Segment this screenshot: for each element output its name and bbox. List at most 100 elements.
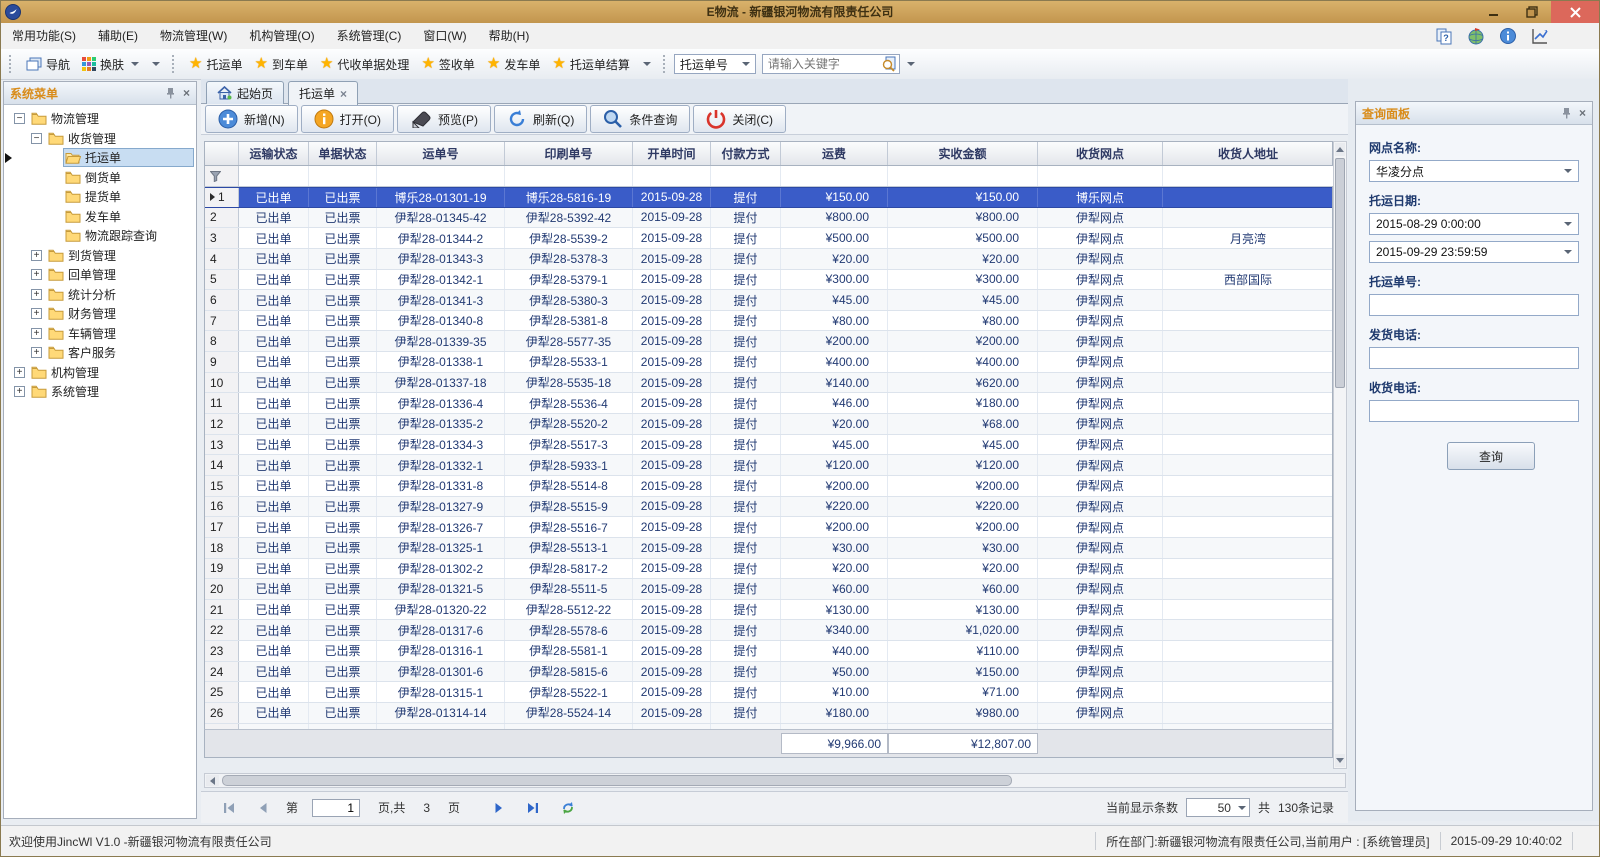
filter-cell-waybill-no[interactable]	[377, 166, 505, 186]
tree-expander-plus-icon[interactable]	[31, 328, 42, 339]
filter-cell-freight[interactable]	[781, 166, 888, 186]
stats-icon[interactable]	[1531, 27, 1549, 45]
vertical-scroll-thumb[interactable]	[1335, 158, 1345, 388]
open-button[interactable]: 打开(O)	[301, 105, 394, 133]
scroll-left-icon[interactable]	[206, 775, 219, 786]
table-row[interactable]: 16已出单已出票伊犁28-01327-9伊犁28-5515-92015-09-2…	[205, 497, 1332, 518]
table-row[interactable]: 17已出单已出票伊犁28-01326-7伊犁28-5516-72015-09-2…	[205, 517, 1332, 538]
tree-item-body[interactable]: 发车单	[63, 207, 126, 226]
table-row[interactable]: 20已出单已出票伊犁28-01321-5伊犁28-5511-52015-09-2…	[205, 579, 1332, 600]
minimize-button[interactable]	[1475, 1, 1513, 23]
table-row[interactable]: 4已出单已出票伊犁28-01343-3伊犁28-5378-32015-09-28…	[205, 249, 1332, 270]
tree-expander-plus-icon[interactable]	[14, 386, 25, 397]
tree-expander-minus-icon[interactable]	[14, 113, 25, 124]
reload-page-icon[interactable]	[561, 801, 575, 815]
tree-item-body[interactable]: 回单管理	[46, 265, 121, 284]
table-row[interactable]: 18已出单已出票伊犁28-01325-1伊犁28-5513-12015-09-2…	[205, 538, 1332, 559]
preview-button[interactable]: 预览(P)	[397, 105, 491, 133]
filter-cell-receive-address[interactable]	[1163, 166, 1334, 186]
table-row[interactable]: 26已出单已出票伊犁28-01314-14伊犁28-5524-142015-09…	[205, 703, 1332, 724]
menu-item-3[interactable]: 机构管理(O)	[238, 23, 325, 49]
tree-item-pickup-order[interactable]: 提货单	[4, 187, 196, 207]
table-row[interactable]: 19已出单已出票伊犁28-01302-2伊犁28-5817-22015-09-2…	[205, 559, 1332, 580]
tree-item-body[interactable]: 物流跟踪查询	[63, 226, 162, 245]
tree-item-unload-order[interactable]: 倒货单	[4, 168, 196, 188]
tab-close-icon[interactable]: ×	[340, 88, 347, 100]
table-row[interactable]: 6已出单已出票伊犁28-01341-3伊犁28-5380-32015-09-28…	[205, 290, 1332, 311]
tree-expander-plus-icon[interactable]	[14, 367, 25, 378]
search-doc-icon[interactable]	[881, 56, 897, 72]
table-filter-row[interactable]	[204, 166, 1333, 187]
toolbar-overflow-button[interactable]	[149, 62, 160, 66]
tree-expander-plus-icon[interactable]	[31, 347, 42, 358]
col-header-open-time[interactable]: 开单时间	[633, 142, 711, 165]
menu-item-1[interactable]: 辅助(E)	[87, 23, 149, 49]
tree-item-logistics-tracking[interactable]: 物流跟踪查询	[4, 226, 196, 246]
tab-start-page[interactable]: 起始页	[206, 81, 284, 104]
restore-button[interactable]	[1513, 1, 1551, 23]
scroll-up-icon[interactable]	[1335, 143, 1345, 156]
horizontal-scroll-thumb[interactable]	[222, 775, 1012, 786]
table-row[interactable]: 24已出单已出票伊犁28-01301-6伊犁28-5815-62015-09-2…	[205, 662, 1332, 683]
col-header-doc-status[interactable]: 单据状态	[309, 142, 377, 165]
favorite-sign-receipt-button[interactable]: ★签收单	[415, 54, 480, 75]
date-from-select[interactable]: 2015-08-29 0:00:00	[1369, 213, 1579, 235]
tree-item-dispatch-order[interactable]: 发车单	[4, 207, 196, 227]
filter-cell-received[interactable]	[888, 166, 1038, 186]
filter-icon-cell[interactable]	[205, 166, 239, 186]
close-icon[interactable]: ×	[183, 86, 190, 100]
col-header-received[interactable]: 实收金额	[888, 142, 1038, 165]
recv-phone-input[interactable]	[1369, 400, 1579, 422]
col-header-freight[interactable]: 运费	[781, 142, 888, 165]
close-view-button[interactable]: 关闭(C)	[693, 105, 786, 133]
filter-cell-receive-site[interactable]	[1038, 166, 1163, 186]
search-overflow-button[interactable]	[904, 62, 915, 66]
table-row[interactable]: 23已出单已出票伊犁28-01316-1伊犁28-5581-12015-09-2…	[205, 641, 1332, 662]
close-icon[interactable]: ×	[1579, 106, 1586, 120]
waybill-no-input[interactable]	[1369, 294, 1579, 316]
tree-item-body[interactable]: 提货单	[63, 187, 126, 206]
navigate-button[interactable]: 导航	[20, 54, 76, 75]
filter-cell-doc-status[interactable]	[309, 166, 377, 186]
favorite-waybill-settle-button[interactable]: ★托运单结算	[546, 54, 635, 75]
table-row[interactable]: 5已出单已出票伊犁28-01342-1伊犁28-5379-12015-09-28…	[205, 270, 1332, 291]
tab-waybill[interactable]: 托运单 ×	[288, 81, 358, 105]
page-number-input[interactable]	[312, 799, 360, 817]
menu-item-4[interactable]: 系统管理(C)	[326, 23, 413, 49]
tree-item-body[interactable]: 物流管理	[29, 109, 104, 128]
col-header-receive-address[interactable]: 收货人地址	[1163, 142, 1334, 165]
table-row[interactable]: 11已出单已出票伊犁28-01336-4伊犁28-5536-42015-09-2…	[205, 393, 1332, 414]
table-row[interactable]: 25已出单已出票伊犁28-01315-1伊犁28-5522-12015-09-2…	[205, 682, 1332, 703]
col-header-print-no[interactable]: 印刷单号	[505, 142, 633, 165]
site-name-select[interactable]: 华凌分点	[1369, 160, 1579, 182]
table-row[interactable]: 14已出单已出票伊犁28-01332-1伊犁28-5933-12015-09-2…	[205, 455, 1332, 476]
tree-item-body[interactable]: 收货管理	[46, 129, 121, 148]
tree-item-body[interactable]: 托运单	[63, 148, 194, 167]
scroll-down-icon[interactable]	[1335, 754, 1345, 767]
table-row[interactable]: 3已出单已出票伊犁28-01344-2伊犁28-5539-22015-09-28…	[205, 228, 1332, 249]
favorite-dispatch-truck-button[interactable]: ★发车单	[481, 54, 546, 75]
tree-item-body[interactable]: 车辆管理	[46, 324, 121, 343]
tree-expander-plus-icon[interactable]	[31, 308, 42, 319]
table-row[interactable]: 8已出单已出票伊犁28-01339-35伊犁28-5577-352015-09-…	[205, 331, 1332, 352]
filter-cell-print-no[interactable]	[505, 166, 633, 186]
tree-item-receive-goods-mgmt[interactable]: 收货管理	[4, 129, 196, 149]
pin-icon[interactable]	[166, 87, 175, 99]
info-icon[interactable]	[1499, 27, 1517, 45]
menu-item-6[interactable]: 帮助(H)	[478, 23, 541, 49]
tree-expander-plus-icon[interactable]	[31, 250, 42, 261]
refresh-button[interactable]: 刷新(Q)	[494, 105, 587, 133]
tree-item-body[interactable]: 机构管理	[29, 363, 104, 382]
add-button[interactable]: 新增(N)	[205, 105, 298, 133]
help-doc-icon[interactable]: ?	[1435, 27, 1453, 45]
next-page-button[interactable]	[494, 802, 504, 814]
query-submit-button[interactable]: 查询	[1447, 442, 1535, 470]
tree-item-finance-mgmt[interactable]: 财务管理	[4, 304, 196, 324]
menu-item-0[interactable]: 常用功能(S)	[1, 23, 87, 49]
prev-page-button[interactable]	[258, 802, 268, 814]
globe-icon[interactable]	[1467, 27, 1485, 45]
col-header-transport-status[interactable]: 运输状态	[239, 142, 309, 165]
table-row[interactable]: 21已出单已出票伊犁28-01320-22伊犁28-5512-222015-09…	[205, 600, 1332, 621]
menu-item-2[interactable]: 物流管理(W)	[149, 23, 238, 49]
table-row[interactable]: 7已出单已出票伊犁28-01340-8伊犁28-5381-82015-09-28…	[205, 311, 1332, 332]
